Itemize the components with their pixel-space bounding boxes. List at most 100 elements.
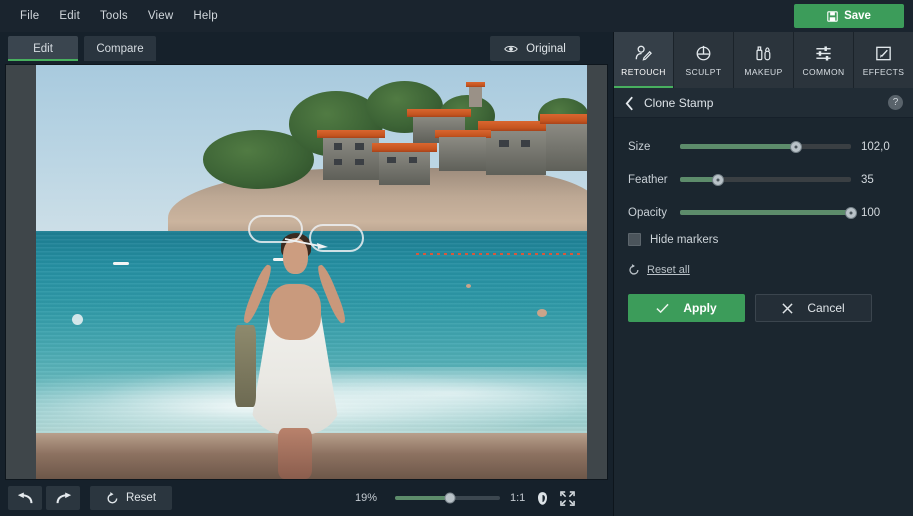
photo-roof (316, 129, 386, 139)
zoom-percent-label: 19% (355, 492, 378, 504)
tab-sculpt[interactable]: SCULPT (674, 32, 734, 88)
face-fit-icon[interactable] (535, 491, 550, 506)
hide-markers-checkbox-row[interactable]: Hide markers (628, 233, 899, 246)
reset-circular-arrow-icon (106, 491, 119, 505)
main-area: Edit Compare Original Reset 19% 1:1 RETO… (0, 32, 913, 516)
reset-button[interactable]: Reset (90, 486, 172, 510)
undo-arrow-icon (17, 492, 34, 505)
feather-slider-label: Feather (628, 173, 668, 186)
size-slider-row: Size 102,0 (628, 134, 899, 159)
photo-window (355, 159, 364, 166)
photo-tower-roof (466, 81, 485, 87)
photo-editor-window: File Edit Tools View Help Save Edit Comp… (0, 0, 913, 516)
save-button-label: Save (844, 10, 871, 22)
tab-common-label: COMMON (802, 66, 845, 77)
size-slider[interactable] (680, 140, 851, 153)
back-chevron-icon[interactable] (625, 96, 634, 111)
x-icon (782, 302, 793, 314)
redo-button[interactable] (46, 486, 80, 510)
photo-roof (372, 143, 437, 153)
sliders-icon (814, 44, 833, 63)
eye-icon (504, 44, 519, 54)
tool-action-row: Apply Cancel (628, 294, 899, 322)
photo-woman-legs (277, 427, 313, 479)
photo-house (438, 136, 487, 172)
menu-item-view[interactable]: View (138, 6, 184, 26)
tab-common[interactable]: COMMON (794, 32, 854, 88)
reset-circular-arrow-icon (628, 264, 640, 276)
undo-button[interactable] (8, 486, 42, 510)
tool-header: Clone Stamp ? (614, 88, 913, 118)
zoom-slider-fill (395, 496, 450, 500)
magic-wand-frame-icon (874, 44, 893, 63)
photo-window (355, 143, 364, 150)
tab-makeup[interactable]: MAKEUP (734, 32, 794, 88)
photo-window (387, 157, 396, 164)
photo-window (499, 140, 509, 147)
feather-slider-handle[interactable] (711, 173, 724, 186)
edited-photo (36, 65, 587, 479)
clone-direction-arrow (284, 237, 330, 251)
original-button-label: Original (526, 42, 566, 55)
tab-sculpt-label: SCULPT (685, 66, 722, 77)
size-slider-handle[interactable] (790, 140, 803, 153)
check-icon (656, 303, 669, 314)
opacity-slider-row: Opacity 100 (628, 200, 899, 225)
photo-window (520, 140, 531, 147)
apply-button[interactable]: Apply (628, 294, 745, 322)
photo-bell-tower (469, 84, 482, 107)
cancel-button[interactable]: Cancel (755, 294, 872, 322)
bottom-toolbar: Reset 19% 1:1 (0, 480, 613, 516)
photo-buoy-line (416, 253, 582, 256)
photo-boat (113, 261, 130, 265)
menu-item-file[interactable]: File (10, 6, 49, 26)
redo-arrow-icon (55, 492, 72, 505)
tab-effects-label: EFFECTS (862, 66, 905, 77)
photo-window (333, 159, 343, 166)
menu-bar: File Edit Tools View Help Save (0, 0, 913, 32)
opacity-slider[interactable] (680, 206, 857, 219)
menu-item-tools[interactable]: Tools (90, 6, 138, 26)
photo-woman-bag (234, 324, 257, 408)
photo-window (408, 157, 418, 164)
reset-all-label: Reset all (647, 264, 690, 276)
zoom-ratio-label[interactable]: 1:1 (510, 492, 525, 504)
hide-markers-checkbox[interactable] (628, 233, 641, 246)
photo-woman-torso (269, 283, 321, 341)
tab-edit[interactable]: Edit (8, 36, 78, 61)
crosshair-circle-icon (694, 44, 713, 63)
tab-compare[interactable]: Compare (84, 36, 156, 61)
tab-retouch-label: RETOUCH (621, 66, 666, 77)
zoom-controls: 19% 1:1 (355, 480, 576, 516)
mode-tab-bar: Edit Compare Original (0, 32, 613, 64)
photo-window (333, 143, 343, 150)
editor-column: Edit Compare Original Reset 19% 1:1 (0, 32, 613, 516)
original-toggle-button[interactable]: Original (490, 36, 580, 61)
expand-arrows-icon[interactable] (560, 490, 576, 506)
zoom-slider-handle[interactable] (444, 492, 456, 504)
tab-effects[interactable]: EFFECTS (854, 32, 913, 88)
photo-roof (539, 113, 587, 125)
reset-button-label: Reset (125, 492, 157, 504)
size-slider-label: Size (628, 140, 651, 153)
hide-markers-label: Hide markers (650, 233, 719, 246)
save-button[interactable]: Save (794, 4, 904, 28)
menu-item-help[interactable]: Help (183, 6, 227, 26)
tab-makeup-label: MAKEUP (744, 66, 783, 77)
size-slider-fill (680, 144, 797, 149)
photo-house (322, 136, 379, 180)
tool-options: Size 102,0 Feather 35 Opacity 100 Hide m… (614, 118, 913, 322)
opacity-slider-label: Opacity (628, 206, 667, 219)
image-canvas[interactable] (5, 64, 608, 480)
tab-retouch[interactable]: RETOUCH (614, 32, 674, 88)
apply-button-label: Apply (683, 301, 717, 315)
reset-all-link[interactable]: Reset all (628, 264, 899, 276)
opacity-slider-value: 100 (861, 206, 881, 219)
opacity-slider-handle[interactable] (845, 206, 857, 219)
menu-item-edit[interactable]: Edit (49, 6, 90, 26)
photo-house (546, 122, 587, 172)
tool-title: Clone Stamp (644, 95, 714, 110)
help-question-icon[interactable]: ? (888, 95, 903, 110)
zoom-slider[interactable] (395, 492, 500, 504)
feather-slider[interactable] (680, 173, 851, 186)
